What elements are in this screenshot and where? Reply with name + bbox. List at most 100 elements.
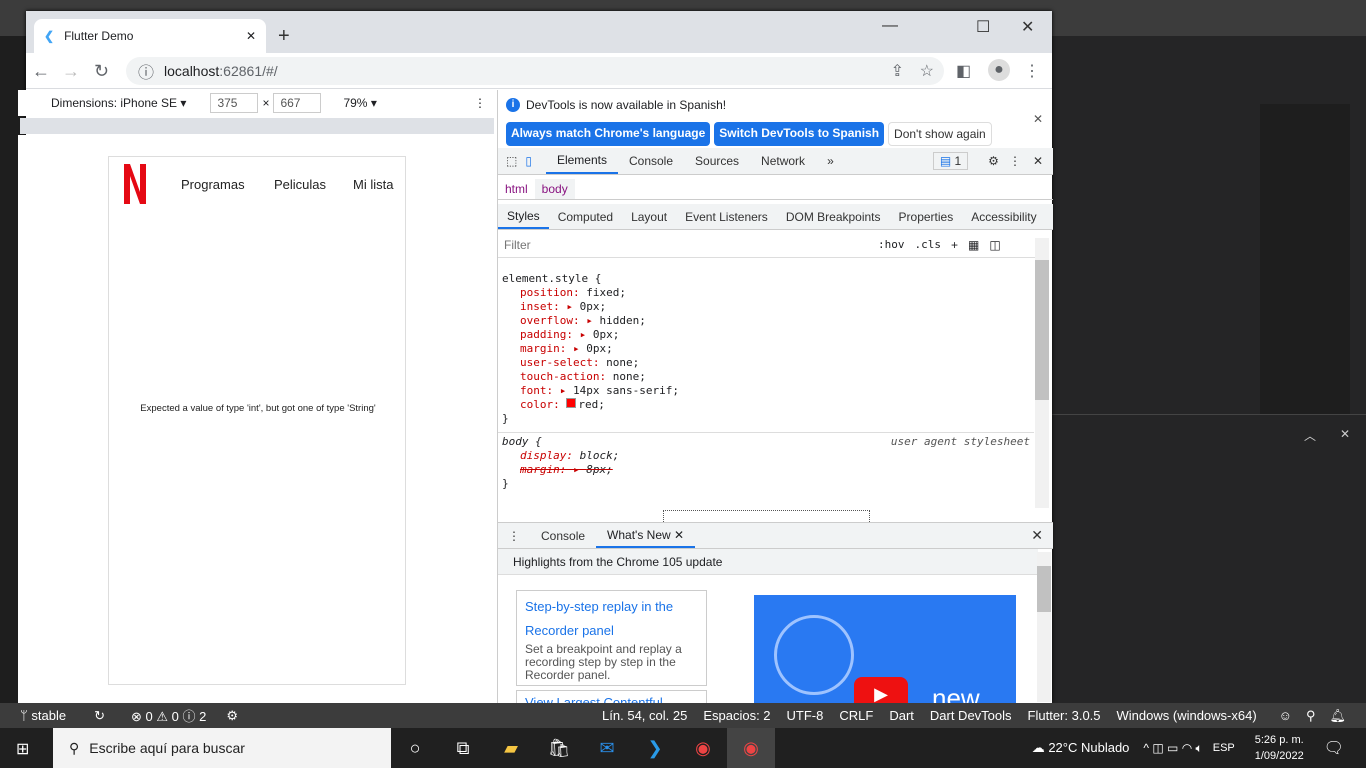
nav-peliculas[interactable]: Peliculas [274, 177, 326, 192]
window-close-icon[interactable]: ✕ [1021, 17, 1034, 37]
devtools-more-icon[interactable]: ⋮ [1009, 154, 1021, 168]
subtab-layout[interactable]: Layout [622, 204, 676, 229]
statusbar-item[interactable]: Lín. 54, col. 25 [602, 708, 687, 723]
inspect-icon[interactable]: ⬚ [506, 154, 517, 168]
always-match-button[interactable]: Always match Chrome's language [506, 122, 711, 146]
subtab-properties[interactable]: Properties [890, 204, 963, 229]
new-tab-icon[interactable]: + [278, 25, 290, 48]
mail-icon[interactable]: ✉ [583, 728, 631, 768]
subtab-styles[interactable]: Styles [498, 204, 549, 229]
debug-icon[interactable]: ⚙ [226, 708, 238, 724]
statusbar-item[interactable]: Windows (windows-x64) [1117, 708, 1257, 723]
maximize-icon[interactable]: ☐ [976, 17, 990, 37]
chrome-icon[interactable]: ◉ [727, 728, 775, 768]
sidebar-toggle-icon[interactable]: ◫ [989, 238, 1000, 252]
device-select[interactable]: Dimensions: iPhone SE ▾ [51, 96, 186, 110]
nav-mi-lista[interactable]: Mi lista [353, 177, 393, 192]
vscode-icon[interactable]: ❯ [631, 728, 679, 768]
css-property[interactable]: padding: ▸ 0px; [502, 328, 1034, 342]
statusbar-item[interactable]: Flutter: 3.0.5 [1028, 708, 1101, 723]
add-rule-icon[interactable]: + [951, 238, 958, 252]
forward-icon[interactable]: → [62, 61, 80, 82]
nav-programas[interactable]: Programas [181, 177, 245, 192]
minimize-icon[interactable]: — [882, 17, 898, 35]
css-property[interactable]: user-select: none; [502, 356, 1034, 370]
statusbar-item[interactable]: UTF-8 [787, 708, 824, 723]
sync-icon[interactable]: ↻ [94, 708, 105, 724]
drawer-menu-icon[interactable]: ⋮ [508, 529, 520, 543]
css-property[interactable]: overflow: ▸ hidden; [502, 314, 1034, 328]
cls-toggle[interactable]: .cls [915, 238, 942, 252]
drawer-close-icon[interactable]: ✕ [1031, 527, 1043, 544]
store-icon[interactable]: 🛍︎ [535, 728, 583, 768]
css-property[interactable]: position: fixed; [502, 286, 1034, 300]
language-indicator[interactable]: ESP [1213, 742, 1235, 754]
chevron-up-icon[interactable]: ︿ [1304, 427, 1316, 444]
windows-start-icon[interactable]: ⊞ [16, 739, 29, 759]
more-tabs-icon[interactable]: » [816, 148, 845, 174]
switch-spanish-button[interactable]: Switch DevTools to Spanish [714, 122, 885, 146]
bell-icon[interactable]: 🔔︎ [1329, 708, 1346, 724]
device-more-icon[interactable]: ⋮ [474, 96, 486, 110]
breadcrumb-body[interactable]: body [534, 178, 575, 199]
problems-item[interactable]: ⊗ 0 ⚠ 0 ⓘ 2 [131, 706, 206, 725]
styles-scrollbar[interactable] [1035, 238, 1049, 508]
notifications-icon[interactable]: 🗨︎ [1324, 738, 1344, 758]
whatsnew-card[interactable]: Step-by-step replay in the Recorder pane… [516, 590, 707, 686]
css-property[interactable]: inset: ▸ 0px; [502, 300, 1034, 314]
task-view-icon[interactable]: ⧉ [439, 728, 487, 768]
clock[interactable]: 5:26 p. m. 1/09/2022 [1255, 732, 1304, 764]
css-property[interactable]: color: red; [502, 398, 1034, 412]
tab-network[interactable]: Network [750, 148, 816, 174]
filter-input[interactable] [498, 234, 868, 255]
css-property[interactable]: margin: ▸ 0px; [502, 342, 1034, 356]
device-toggle-icon[interactable]: ▯ [525, 154, 532, 168]
settings-icon[interactable]: ⚙ [988, 154, 999, 168]
side-panel-icon[interactable]: ◧ [956, 61, 971, 81]
width-input[interactable]: 375 [210, 93, 259, 113]
drawer-tab-console[interactable]: Console [530, 523, 596, 548]
hov-toggle[interactable]: :hov [878, 238, 905, 252]
dont-show-again-button[interactable]: Don't show again [888, 122, 992, 146]
drawer-tab-whats-new[interactable]: What's New ✕ [596, 523, 696, 548]
css-property[interactable]: font: ▸ 14px sans-serif; [502, 384, 1034, 398]
cortana-icon[interactable]: ○ [391, 728, 439, 768]
weather-widget[interactable]: ☁ 22°C Nublado [1032, 740, 1130, 756]
zoom-select[interactable]: 79% ▾ [343, 96, 376, 110]
height-input[interactable]: 667 [273, 93, 322, 113]
chrome-icon[interactable]: ◉ [679, 728, 727, 768]
info-icon[interactable]: ⓘ [138, 59, 154, 83]
share-icon[interactable]: ⇪ [891, 61, 904, 81]
minimap[interactable] [1260, 104, 1350, 414]
address-bar[interactable]: ⓘ localhost:62861/#/ ⇪ ☆ [126, 57, 944, 85]
media-query-bar[interactable] [20, 118, 494, 134]
back-icon[interactable]: ← [32, 61, 50, 82]
statusbar-item[interactable]: Dart DevTools [930, 708, 1012, 723]
profile-avatar-icon[interactable]: ● [988, 59, 1010, 81]
file-explorer-icon[interactable]: ▰ [487, 728, 535, 768]
paint-icon[interactable]: ▦ [968, 238, 979, 252]
browser-tab[interactable]: ❮ Flutter Demo ✕ [34, 19, 266, 53]
whatsnew-scrollbar[interactable] [1037, 552, 1051, 702]
close-tab-icon[interactable]: ✕ [246, 29, 256, 43]
color-swatch[interactable] [566, 398, 577, 408]
tab-sources[interactable]: Sources [684, 148, 750, 174]
statusbar-item[interactable]: CRLF [839, 708, 873, 723]
card-title[interactable]: Step-by-step replay in the Recorder pane… [525, 595, 698, 643]
subtab-dom-breakpoints[interactable]: DOM Breakpoints [777, 204, 890, 229]
statusbar-item[interactable]: Espacios: 2 [703, 708, 770, 723]
subtab-computed[interactable]: Computed [549, 204, 622, 229]
youtube-play-icon[interactable]: ▶ [854, 677, 908, 703]
subtab-accessibility[interactable]: Accessibility [962, 204, 1045, 229]
breadcrumb-html[interactable]: html [498, 182, 535, 196]
tray-icons[interactable]: ^ ◫ ▭ ◠ 🔈︎ [1143, 741, 1202, 756]
feedback-icon[interactable]: ⚲ [1306, 708, 1316, 724]
statusbar-item[interactable]: Dart [889, 708, 914, 723]
taskbar-search[interactable]: ⚲ Escribe aquí para buscar [53, 728, 391, 768]
bookmark-star-icon[interactable]: ☆ [920, 61, 934, 81]
menu-icon[interactable]: ⋮ [1024, 61, 1040, 81]
reload-icon[interactable]: ↻ [94, 61, 109, 82]
infobar-close-icon[interactable]: ✕ [1033, 112, 1043, 126]
tab-elements[interactable]: Elements [545, 148, 618, 174]
video-thumbnail[interactable]: ▶ new [754, 595, 1016, 703]
